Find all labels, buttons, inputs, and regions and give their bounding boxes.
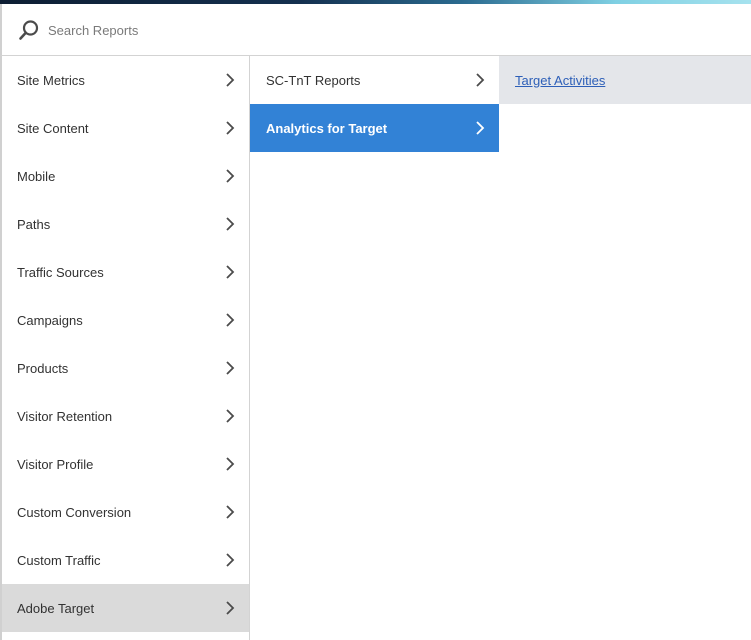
menu-item-label: Campaigns — [17, 312, 83, 328]
menu-item-traffic-sources[interactable]: Traffic Sources — [2, 248, 249, 296]
menu-item-visitor-retention[interactable]: Visitor Retention — [2, 392, 249, 440]
menu-item-products[interactable]: Products — [2, 344, 249, 392]
chevron-right-icon — [226, 169, 235, 183]
menu-item-analytics-for-target[interactable]: Analytics for Target — [250, 104, 499, 152]
menu-item-label: Analytics for Target — [266, 120, 388, 136]
search-bar — [0, 4, 751, 56]
chevron-right-icon — [226, 361, 235, 375]
chevron-right-icon — [226, 505, 235, 519]
report-list-column: Target Activities — [499, 56, 751, 640]
menu-item-label: Site Content — [17, 120, 89, 136]
chevron-right-icon — [226, 217, 235, 231]
menu-item-site-content[interactable]: Site Content — [2, 104, 249, 152]
chevron-right-icon — [226, 457, 235, 471]
report-subcategory-column: SC-TnT Reports Analytics for Target — [250, 56, 500, 640]
chevron-right-icon — [226, 601, 235, 615]
menu-item-sc-tnt-reports[interactable]: SC-TnT Reports — [250, 56, 499, 104]
chevron-right-icon — [226, 553, 235, 567]
menu-item-label: Traffic Sources — [17, 264, 104, 280]
menu-item-label: Products — [17, 360, 69, 376]
chevron-right-icon — [226, 265, 235, 279]
search-icon — [19, 20, 39, 40]
menu-item-label: SC-TnT Reports — [266, 72, 361, 88]
report-link-target-activities[interactable]: Target Activities — [499, 56, 751, 104]
menu-item-label: Custom Traffic — [17, 552, 101, 568]
chevron-right-icon — [476, 73, 485, 87]
chevron-right-icon — [226, 409, 235, 423]
menu-item-paths[interactable]: Paths — [2, 200, 249, 248]
chevron-right-icon — [226, 313, 235, 327]
menu-item-label: Visitor Retention — [17, 408, 113, 424]
menu-item-label: Adobe Target — [17, 600, 95, 616]
menu-item-label: Site Metrics — [17, 72, 85, 88]
search-input[interactable] — [48, 18, 648, 42]
menu-item-site-metrics[interactable]: Site Metrics — [2, 56, 249, 104]
menu-item-label: Mobile — [17, 168, 56, 184]
menu-item-custom-conversion[interactable]: Custom Conversion — [2, 488, 249, 536]
menu-item-mobile[interactable]: Mobile — [2, 152, 249, 200]
chevron-right-icon — [476, 121, 485, 135]
chevron-right-icon — [226, 73, 235, 87]
menu-item-label: Paths — [17, 216, 51, 232]
menu-item-campaigns[interactable]: Campaigns — [2, 296, 249, 344]
menu-item-custom-traffic[interactable]: Custom Traffic — [2, 536, 249, 584]
menu-item-visitor-profile[interactable]: Visitor Profile — [2, 440, 249, 488]
chevron-right-icon — [226, 121, 235, 135]
menu-item-label: Visitor Profile — [17, 456, 94, 472]
menu-item-adobe-target[interactable]: Adobe Target — [2, 584, 249, 632]
report-link-label[interactable]: Target Activities — [515, 73, 605, 88]
menu-item-label: Custom Conversion — [17, 504, 132, 520]
report-category-column: Site Metrics Site Content Mobile Paths T… — [0, 56, 250, 640]
